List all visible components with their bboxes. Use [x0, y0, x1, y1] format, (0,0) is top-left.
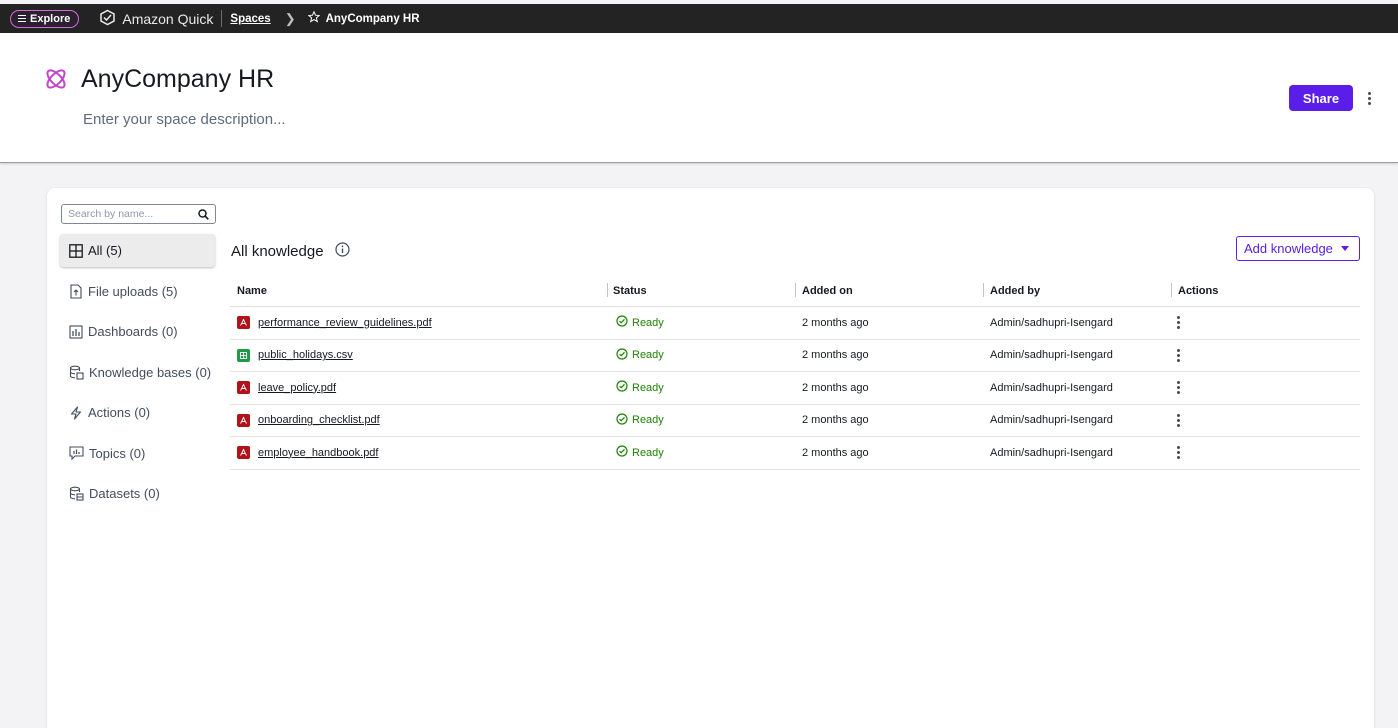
file-name-link[interactable]: employee_handbook.pdf [258, 447, 378, 459]
more-options-icon[interactable] [1362, 90, 1376, 106]
grid-icon [69, 243, 83, 258]
topic-icon [69, 446, 84, 460]
pdf-file-icon [237, 316, 250, 330]
added-by-cell: Admin/sadhupri-Isengard [990, 446, 1113, 459]
file-upload-icon [70, 283, 82, 299]
sidebar-item-all[interactable]: All (5) [60, 234, 215, 267]
section-heading: All knowledge [231, 242, 350, 261]
sidebar-item-label: Datasets (0) [89, 486, 160, 501]
row-actions-icon[interactable] [1171, 347, 1185, 363]
pdf-file-icon [237, 446, 250, 460]
added-on-cell: 2 months ago [802, 381, 869, 394]
sidebar-item-file-uploads[interactable]: File uploads (5) [60, 275, 215, 308]
star-icon[interactable] [307, 10, 321, 26]
info-icon[interactable] [334, 242, 350, 261]
row-actions-icon[interactable] [1171, 445, 1185, 461]
brand-name: Amazon Quick [122, 10, 214, 27]
status-text: Ready [632, 446, 664, 459]
breadcrumb-spaces[interactable]: Spaces [230, 13, 270, 25]
added-on-cell: 2 months ago [802, 446, 869, 459]
dataset-icon [69, 486, 84, 501]
added-by-cell: Admin/sadhupri-Isengard [990, 349, 1113, 362]
table-row: onboarding_checklist.pdf Ready 2 months … [230, 405, 1360, 437]
status-ready-icon [616, 380, 628, 395]
status-ready-icon [616, 315, 628, 330]
column-header-status[interactable]: Status [607, 276, 795, 306]
search-field[interactable] [61, 204, 216, 224]
sidebar-item-topics[interactable]: Topics (0) [60, 437, 215, 470]
caret-down-icon [1340, 246, 1349, 251]
status-text: Ready [632, 381, 664, 394]
row-actions-icon[interactable] [1171, 380, 1185, 396]
status-ready-icon [616, 348, 628, 363]
added-on-cell: 2 months ago [802, 349, 869, 362]
share-button[interactable]: Share [1289, 85, 1353, 111]
added-by-cell: Admin/sadhupri-Isengard [990, 381, 1113, 394]
column-header-actions: Actions [1171, 276, 1360, 306]
pdf-file-icon [237, 413, 250, 427]
knowledge-filter-nav: All (5) File uploads (5) Dashboards (0) … [60, 234, 215, 518]
column-header-added-by[interactable]: Added by [983, 276, 1171, 306]
file-name-link[interactable]: leave_policy.pdf [258, 382, 336, 394]
status-ready-icon [616, 445, 628, 460]
status-text: Ready [632, 316, 664, 329]
search-input[interactable] [68, 208, 186, 220]
sidebar-item-label: Knowledge bases (0) [89, 364, 212, 380]
table-row: leave_policy.pdf Ready 2 months ago Admi… [230, 372, 1360, 405]
lightning-icon [70, 405, 82, 420]
brand-home-link[interactable]: Amazon Quick [99, 9, 213, 29]
sidebar-item-label: All (5) [88, 243, 122, 258]
top-navigation-bar: Explore Amazon Quick Spaces ❯ AnyCompany… [0, 4, 1398, 33]
divider [221, 10, 223, 27]
added-by-cell: Admin/sadhupri-Isengard [990, 316, 1113, 329]
added-by-cell: Admin/sadhupri-Isengard [990, 414, 1113, 427]
row-actions-icon[interactable] [1171, 315, 1185, 331]
csv-file-icon [237, 348, 250, 362]
amazon-quick-logo-icon [99, 9, 116, 29]
sidebar-item-label: Actions (0) [88, 405, 151, 420]
table-row: employee_handbook.pdf Ready 2 months ago… [230, 437, 1360, 470]
search-icon[interactable] [198, 208, 209, 220]
space-description-field[interactable]: Enter your space description... [83, 111, 286, 128]
knowledge-panel: All (5) File uploads (5) Dashboards (0) … [47, 188, 1374, 728]
space-icon [43, 66, 69, 97]
explore-button[interactable]: Explore [10, 9, 80, 28]
added-on-cell: 2 months ago [802, 316, 869, 329]
pdf-file-icon [237, 381, 250, 395]
added-on-cell: 2 months ago [802, 414, 869, 427]
row-actions-icon[interactable] [1171, 412, 1185, 428]
sidebar-item-label: Dashboards (0) [88, 324, 178, 339]
sidebar-item-label: Topics (0) [89, 445, 146, 461]
column-header-added-on[interactable]: Added on [795, 276, 983, 306]
space-header: AnyCompany HR Enter your space descripti… [0, 33, 1398, 163]
page-title: AnyCompany HR [81, 65, 275, 93]
status-text: Ready [632, 414, 664, 427]
breadcrumb-current-label: AnyCompany HR [325, 12, 420, 25]
explore-label: Explore [30, 12, 71, 25]
chevron-right-icon: ❯ [284, 10, 296, 26]
knowledge-base-icon [69, 365, 84, 380]
knowledge-table: Name Status Added on Added by Actions pe… [230, 276, 1360, 470]
table-header: Name Status Added on Added by Actions [230, 276, 1360, 307]
column-header-name[interactable]: Name [230, 276, 607, 306]
sidebar-item-dashboards[interactable]: Dashboards (0) [60, 315, 215, 348]
menu-icon [18, 15, 26, 22]
sidebar-item-knowledge-bases[interactable]: Knowledge bases (0) [60, 356, 215, 389]
file-name-link[interactable]: public_holidays.csv [258, 349, 353, 361]
sidebar-item-actions[interactable]: Actions (0) [60, 396, 215, 429]
sidebar-item-datasets[interactable]: Datasets (0) [60, 477, 215, 510]
add-knowledge-label: Add knowledge [1244, 241, 1333, 256]
add-knowledge-button[interactable]: Add knowledge [1236, 236, 1360, 261]
section-title: All knowledge [231, 243, 324, 260]
file-name-link[interactable]: onboarding_checklist.pdf [258, 414, 380, 426]
table-row: performance_review_guidelines.pdf Ready … [230, 307, 1360, 340]
sidebar-item-label: File uploads (5) [88, 283, 178, 299]
dashboard-icon [69, 324, 83, 339]
status-text: Ready [632, 349, 664, 362]
table-row: public_holidays.csv Ready 2 months ago A… [230, 340, 1360, 372]
breadcrumb-current: AnyCompany HR [307, 10, 420, 26]
file-name-link[interactable]: performance_review_guidelines.pdf [258, 317, 432, 329]
status-ready-icon [616, 413, 628, 428]
